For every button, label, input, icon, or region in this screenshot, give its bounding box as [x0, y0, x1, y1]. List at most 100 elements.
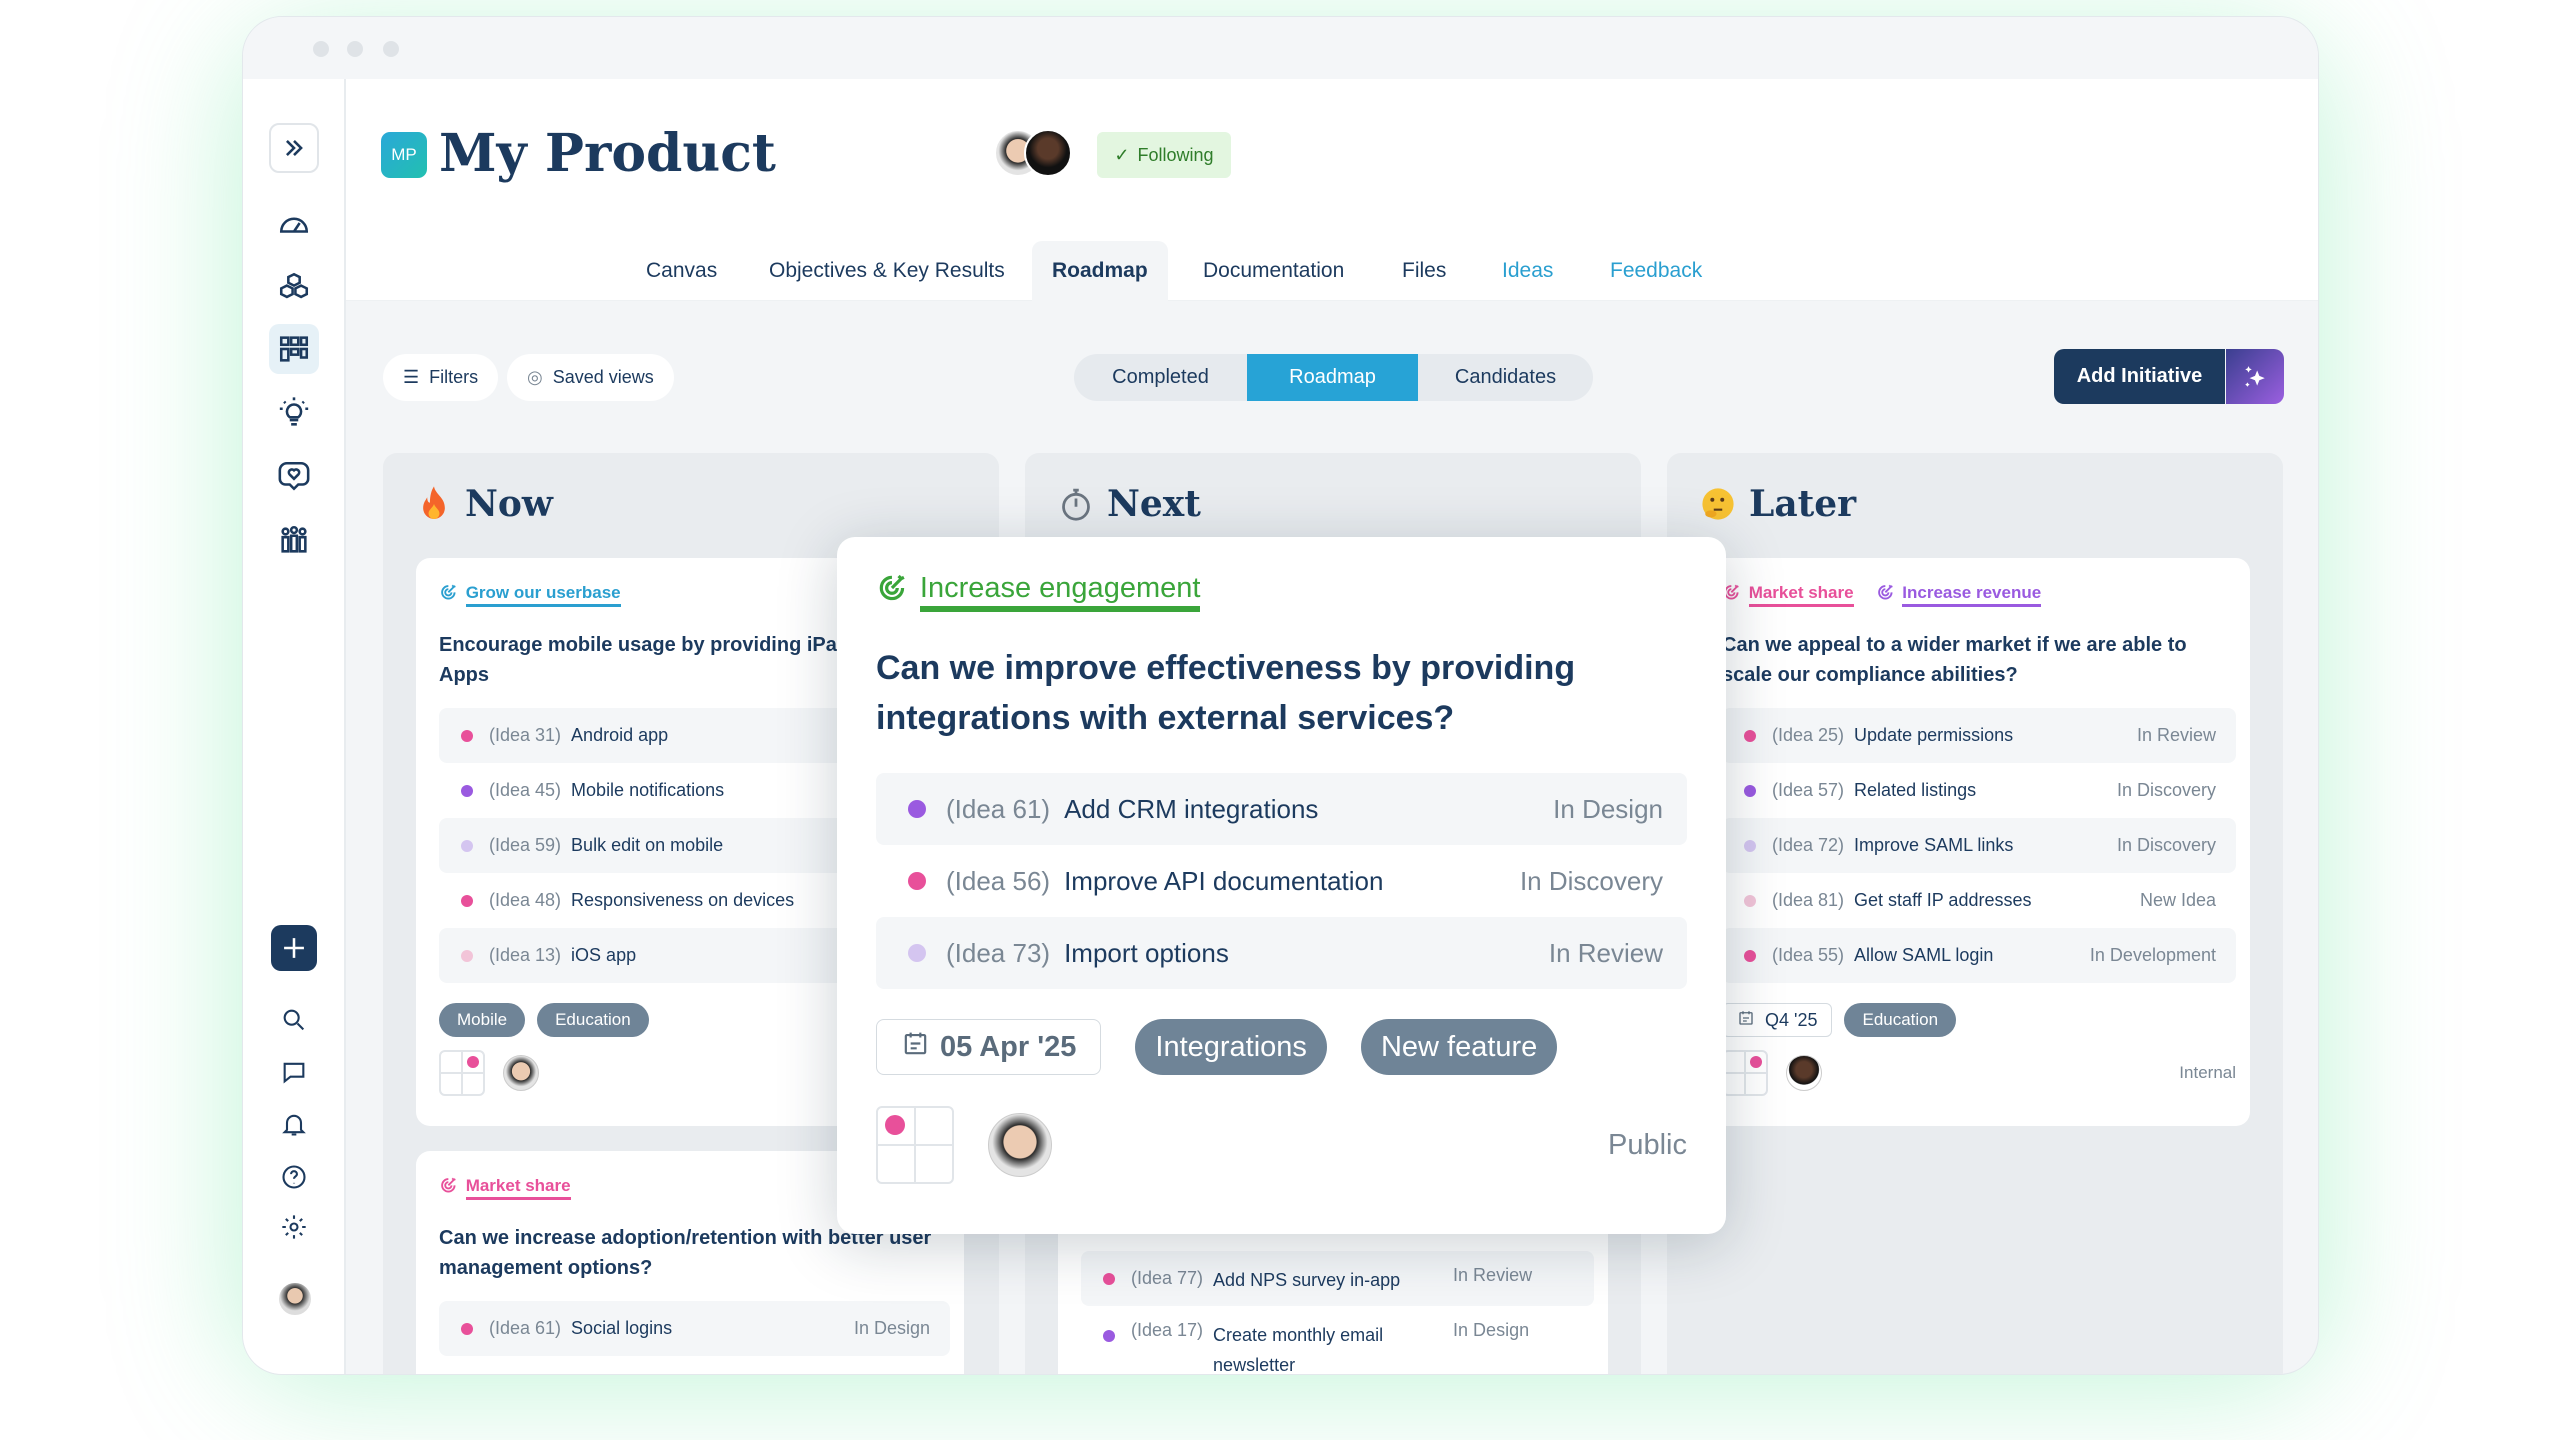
segment-candidates[interactable]: Candidates [1418, 354, 1593, 401]
owner-avatar[interactable] [503, 1055, 539, 1091]
status-dot [1744, 784, 1756, 797]
idea-list: (Idea 77) Add NPS survey in-app In Review(… [1081, 1251, 1594, 1374]
idea-id: (Idea 59) [489, 835, 562, 855]
filters-button[interactable]: ☰ Filters [383, 354, 499, 401]
visibility-label: Public [1608, 1128, 1687, 1161]
user-avatar[interactable] [277, 1281, 313, 1317]
status-dot [461, 894, 473, 907]
lightbulb-icon[interactable] [269, 388, 319, 438]
feedback-heart-icon[interactable] [269, 451, 319, 501]
window-maximize-button[interactable] [383, 41, 399, 57]
saved-views-label: Saved views [552, 367, 654, 387]
objective-link[interactable]: Increase revenue [1876, 583, 2042, 607]
objective-label: Grow our userbase [465, 583, 621, 607]
matrix-dot [1749, 1056, 1762, 1069]
team-icon[interactable] [269, 515, 319, 565]
search-icon[interactable] [269, 995, 319, 1045]
initiative-card[interactable]: Market share Increase revenue Can we appea… [1699, 558, 2250, 1126]
tab-roadmap[interactable]: Roadmap [1032, 241, 1168, 301]
idea-row[interactable]: (Idea 17) Create monthly email newsletter… [1081, 1306, 1594, 1374]
tag[interactable]: New feature [1360, 1019, 1558, 1075]
window-close-button[interactable] [313, 41, 329, 57]
idea-status: In Discovery [1519, 865, 1663, 896]
owner-avatar[interactable] [988, 1113, 1052, 1177]
saved-views-button[interactable]: ◎ Saved views [507, 354, 674, 401]
tag[interactable]: Education [537, 1003, 649, 1037]
idea-row[interactable]: (Idea 73) Import options In Review [876, 917, 1687, 989]
idea-row[interactable]: (Idea 56) Improve API documentation In Dis… [876, 845, 1687, 917]
check-icon: ✓ [1114, 144, 1130, 165]
thinking-face-icon [1702, 488, 1734, 520]
priority-matrix-icon [1722, 1050, 1768, 1096]
eye-icon: ◎ [527, 367, 543, 387]
objective-link[interactable]: Market share [439, 1176, 571, 1200]
idea-status: In Discovery [2116, 835, 2216, 855]
add-initiative-button[interactable]: Add Initiative [2054, 349, 2225, 404]
expand-icon[interactable] [269, 123, 319, 173]
idea-status: In Discovery [2116, 780, 2216, 800]
objectives-row: Market share Increase revenue [1722, 580, 2236, 610]
cubes-icon[interactable] [269, 262, 319, 312]
tab-documentation[interactable]: Documentation [1183, 241, 1364, 301]
idea-name: Import options [1064, 937, 1229, 968]
status-dot [1744, 729, 1756, 742]
status-dot [1103, 1272, 1115, 1285]
status-dot [461, 729, 473, 742]
help-icon[interactable] [269, 1152, 319, 1202]
card-title: Can we improve effectiveness by providin… [876, 649, 1576, 737]
objective-link[interactable]: Market share [1722, 583, 1854, 607]
sparkle-icon [2245, 365, 2265, 387]
sidebar [243, 79, 346, 1374]
tab-objectives[interactable]: Objectives & Key Results [749, 241, 1025, 301]
idea-row[interactable]: (Idea 57) Related listings In Discovery [1722, 763, 2236, 818]
objective-label: Market share [1748, 583, 1854, 607]
following-button[interactable]: ✓ Following [1097, 132, 1231, 178]
tab-feedback[interactable]: Feedback [1590, 241, 1722, 301]
idea-row[interactable]: (Idea 55) Allow SAML login In Development [1722, 928, 2236, 983]
member-avatar[interactable] [1024, 129, 1072, 177]
date-label: 05 Apr '25 [940, 1030, 1077, 1063]
date-chip[interactable]: 05 Apr '25 [876, 1019, 1102, 1075]
target-icon [876, 572, 908, 612]
tag[interactable]: Integrations [1135, 1019, 1327, 1075]
priority-matrix-icon [876, 1106, 954, 1184]
product-badge: MP [381, 132, 427, 178]
idea-name: Improve SAML links [1854, 835, 2014, 855]
visibility-label: Internal [2179, 1063, 2236, 1082]
idea-list: (Idea 61) Social logins In Design [439, 1301, 950, 1356]
objective-link[interactable]: Grow our userbase [439, 583, 621, 607]
idea-list: (Idea 25) Update permissions In Review (Ide… [1722, 708, 2236, 983]
idea-list: (Idea 61) Add CRM integrations In Design (I… [876, 773, 1687, 989]
window-minimize-button[interactable] [347, 41, 363, 57]
tag[interactable]: Mobile [439, 1003, 526, 1037]
idea-row[interactable]: (Idea 61) Social logins In Design [439, 1301, 950, 1356]
chat-icon[interactable] [269, 1047, 319, 1097]
idea-row[interactable]: (Idea 72) Improve SAML links In Discovery [1722, 818, 2236, 873]
idea-row[interactable]: (Idea 61) Add CRM integrations In Design [876, 773, 1687, 845]
tab-canvas[interactable]: Canvas [626, 241, 737, 301]
card-footer: Public [876, 1106, 1687, 1184]
tag[interactable]: Education [1844, 1003, 1957, 1037]
gear-icon[interactable] [269, 1202, 319, 1252]
idea-row[interactable]: (Idea 77) Add NPS survey in-app In Review [1081, 1251, 1594, 1306]
status-dot [908, 872, 926, 890]
tab-ideas[interactable]: Ideas [1482, 241, 1573, 301]
idea-row[interactable]: (Idea 25) Update permissions In Review [1722, 708, 2236, 763]
idea-row[interactable]: (Idea 81) Get staff IP addresses New Idea [1722, 873, 2236, 928]
ai-sparkle-button[interactable] [2226, 349, 2284, 404]
objective-link[interactable]: Increase engagement [876, 572, 1201, 612]
roadmap-grid-icon[interactable] [269, 324, 319, 374]
dashboard-icon[interactable] [269, 198, 319, 248]
status-dot [461, 949, 473, 962]
date-chip[interactable]: Q4 '25 [1722, 1003, 1833, 1037]
segment-roadmap[interactable]: Roadmap [1247, 354, 1418, 401]
idea-name: Update permissions [1854, 725, 2014, 745]
tab-files[interactable]: Files [1382, 241, 1466, 301]
plus-icon[interactable] [271, 925, 317, 971]
calendar-icon [901, 1029, 930, 1066]
initiative-card-popup[interactable]: Increase engagement Can we improve effect… [837, 537, 1726, 1234]
idea-status: In Review [2136, 725, 2216, 745]
owner-avatar[interactable] [1786, 1055, 1822, 1091]
segment-completed[interactable]: Completed [1074, 354, 1247, 401]
bell-icon[interactable] [269, 1099, 319, 1149]
